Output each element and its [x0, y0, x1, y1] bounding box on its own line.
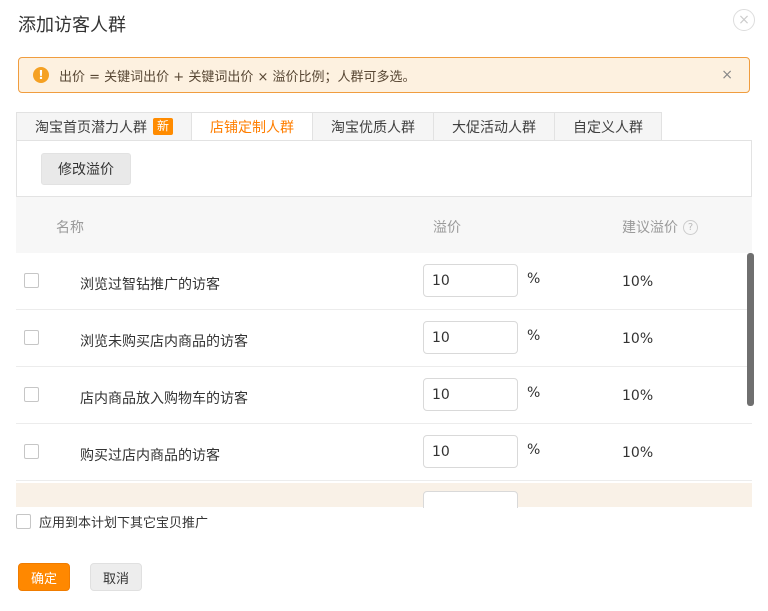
premium-input[interactable]: [423, 491, 518, 508]
dialog-footer: 确定 取消: [18, 563, 142, 591]
audience-name: 浏览过智钻推广的访客: [80, 274, 220, 294]
premium-input[interactable]: [423, 321, 518, 354]
tab-taobao-quality-audience[interactable]: 淘宝优质人群: [313, 112, 434, 141]
audience-name: 购买过店内商品的访客: [80, 445, 220, 465]
audience-tabs: 淘宝首页潜力人群 新 店铺定制人群 淘宝优质人群 大促活动人群 自定义人群: [16, 112, 752, 141]
modify-premium-button[interactable]: 修改溢价: [41, 153, 131, 185]
premium-input[interactable]: [423, 378, 518, 411]
column-header-name: 名称: [56, 217, 84, 237]
banner-text: 出价 = 关键词出价 + 关键词出价 × 溢价比例；人群可多选。: [59, 66, 719, 85]
table-header: 名称 溢价 建议溢价 ?: [16, 197, 752, 253]
row-checkbox[interactable]: [24, 273, 39, 288]
row-checkbox[interactable]: [24, 444, 39, 459]
suggested-premium: 10%: [622, 331, 653, 347]
alert-icon: !: [33, 67, 49, 83]
tab-shop-custom-audience[interactable]: 店铺定制人群: [192, 112, 313, 141]
page-title: 添加访客人群: [18, 11, 126, 37]
column-header-premium: 溢价: [433, 217, 461, 237]
scrollbar-thumb[interactable]: [747, 253, 754, 406]
tab-custom-audience[interactable]: 自定义人群: [555, 112, 662, 141]
tab-label: 大促活动人群: [452, 117, 536, 137]
premium-input[interactable]: [423, 264, 518, 297]
row-checkbox[interactable]: [24, 387, 39, 402]
toolbar-panel: 修改溢价: [16, 140, 752, 197]
banner-close-icon[interactable]: ×: [719, 67, 735, 83]
cancel-button[interactable]: 取消: [90, 563, 142, 591]
tab-promo-event-audience[interactable]: 大促活动人群: [434, 112, 555, 141]
table-row: 浏览未购买店内商品的访客 % 10%: [16, 310, 752, 367]
audience-name: 浏览未购买店内商品的访客: [80, 331, 248, 351]
apply-checkbox[interactable]: [16, 514, 31, 529]
row-checkbox[interactable]: [24, 330, 39, 345]
add-visitor-audience-dialog: 添加访客人群 × ! 出价 = 关键词出价 + 关键词出价 × 溢价比例；人群可…: [0, 0, 768, 611]
help-icon[interactable]: ?: [683, 220, 698, 235]
percent-sign: %: [527, 271, 540, 287]
percent-sign: %: [527, 442, 540, 458]
audience-table-body: 浏览过智钻推广的访客 % 10% 浏览未购买店内商品的访客 % 10% 店内商品…: [16, 253, 752, 508]
tab-label: 淘宝优质人群: [331, 117, 415, 137]
apply-to-plan-row: 应用到本计划下其它宝贝推广: [16, 512, 208, 531]
table-row: 店内商品放入购物车的访客 % 10%: [16, 367, 752, 424]
suggested-premium: 10%: [622, 445, 653, 461]
suggested-premium: 10%: [622, 388, 653, 404]
tab-taobao-homepage-potential[interactable]: 淘宝首页潜力人群 新: [16, 112, 192, 141]
table-row: 浏览过智钻推广的访客 % 10%: [16, 253, 752, 310]
apply-checkbox-label: 应用到本计划下其它宝贝推广: [39, 512, 208, 531]
tab-label: 店铺定制人群: [210, 117, 294, 137]
suggested-premium: 10%: [622, 274, 653, 290]
new-badge: 新: [153, 118, 173, 135]
column-header-suggested-label: 建议溢价: [622, 217, 678, 237]
premium-input[interactable]: [423, 435, 518, 468]
percent-sign: %: [527, 328, 540, 344]
table-row: 购买过店内商品的访客 % 10%: [16, 424, 752, 481]
tab-label: 自定义人群: [573, 117, 643, 137]
confirm-button[interactable]: 确定: [18, 563, 70, 591]
tab-label: 淘宝首页潜力人群: [35, 117, 147, 137]
table-row-partial: [16, 483, 752, 507]
audience-name: 店内商品放入购物车的访客: [80, 388, 248, 408]
pricing-info-banner: ! 出价 = 关键词出价 + 关键词出价 × 溢价比例；人群可多选。 ×: [18, 57, 750, 93]
percent-sign: %: [527, 385, 540, 401]
close-icon[interactable]: ×: [733, 9, 755, 31]
column-header-suggested: 建议溢价 ?: [622, 217, 698, 237]
